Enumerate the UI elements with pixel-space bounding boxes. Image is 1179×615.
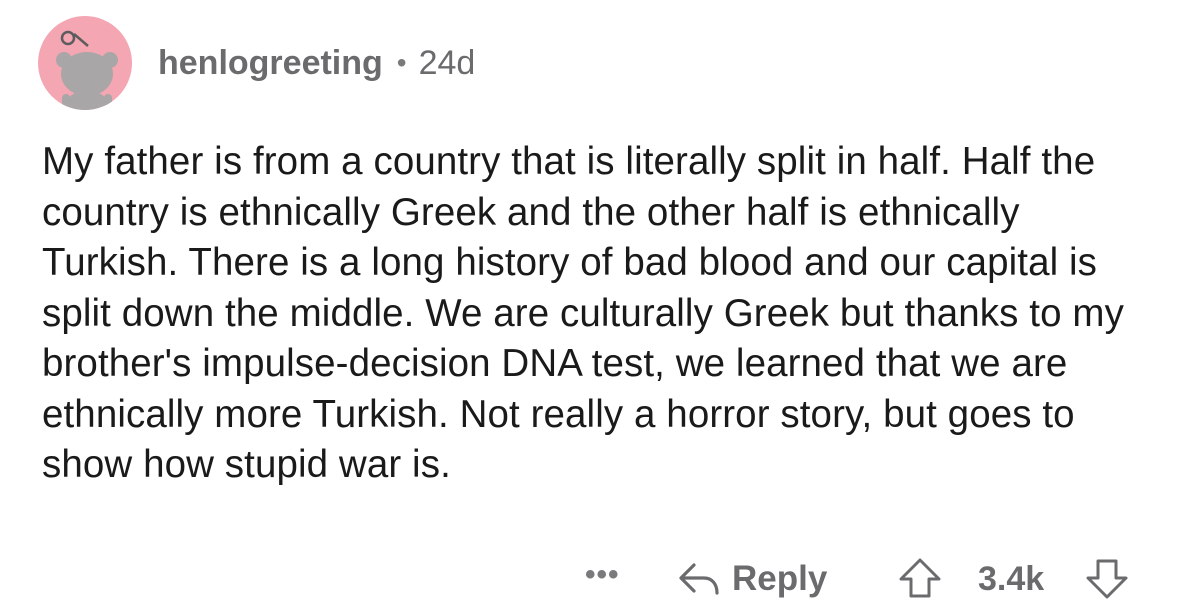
comment-header: henlogreeting • 24d (38, 16, 475, 110)
more-options-button[interactable]: ••• (585, 558, 620, 592)
comment-card: henlogreeting • 24d My father is from a … (0, 0, 1179, 615)
meta-separator: • (396, 47, 407, 78)
snoo-avatar-icon (56, 30, 118, 110)
comment-age: 24d (418, 43, 476, 82)
downvote-arrow-icon[interactable] (1083, 558, 1131, 600)
reply-label: Reply (732, 559, 828, 598)
upvote-arrow-icon[interactable] (896, 557, 944, 599)
comment-body: My father is from a country that is lite… (42, 140, 1124, 486)
vote-score: 3.4k (978, 560, 1045, 598)
reply-arrow-icon (679, 563, 719, 595)
reply-button[interactable]: Reply (676, 552, 827, 606)
comment-actions: ••• Reply 3.4k (0, 552, 1179, 606)
avatar[interactable] (38, 16, 132, 110)
comment-meta: henlogreeting • 24d (158, 44, 475, 83)
username-link[interactable]: henlogreeting (158, 44, 383, 83)
